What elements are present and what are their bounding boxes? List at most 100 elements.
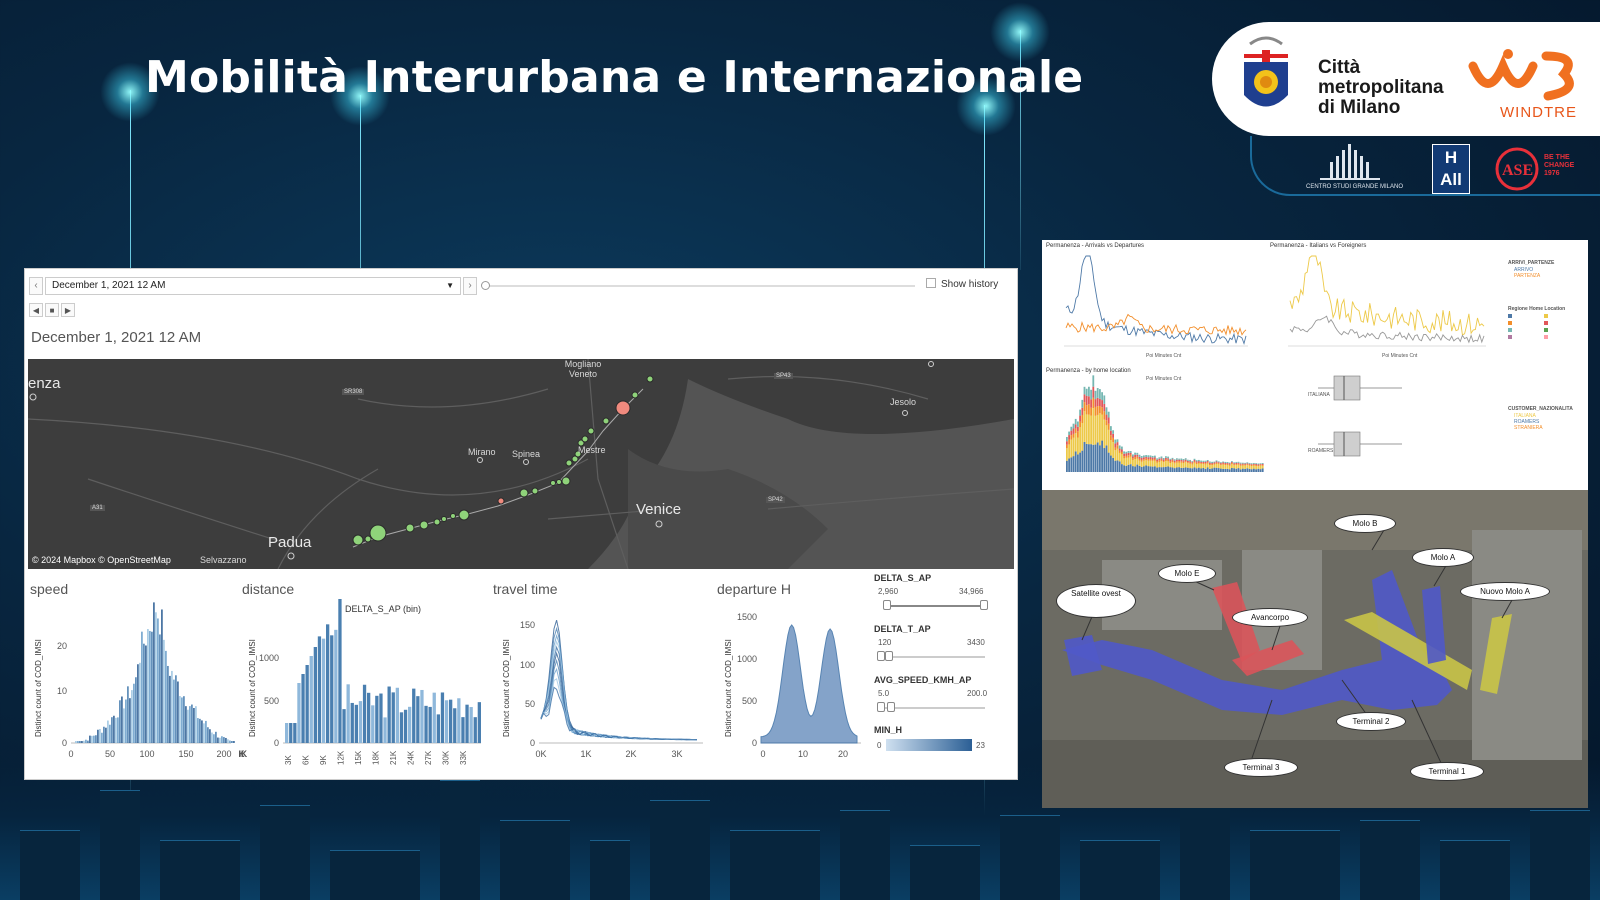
travel-time-lines[interactable]: 150 100 50 00K 1K 2K 3K Distinct count of COD_I… (493, 599, 711, 769)
speed-bar (207, 727, 209, 743)
home-location-bar (1259, 464, 1262, 465)
delta-s-min-handle[interactable] (883, 600, 891, 610)
y-tick-label: 0 (530, 738, 535, 748)
home-location-bar (1094, 415, 1097, 445)
home-location-bar (1085, 443, 1088, 472)
home-location-bar (1202, 461, 1205, 463)
home-location-bar (1116, 442, 1119, 446)
delta-t-min-handle[interactable] (877, 651, 885, 661)
distance-bar (297, 683, 301, 743)
avg-speed-slider[interactable] (885, 707, 985, 709)
date-slider[interactable] (481, 281, 915, 290)
stop-icon[interactable]: ■ (45, 303, 59, 317)
permanence-line (1289, 255, 1485, 336)
x-tick-label: 3K (671, 749, 682, 759)
show-history-toggle[interactable]: Show history (926, 278, 998, 290)
home-location-bar (1151, 460, 1154, 467)
checkbox-icon[interactable] (926, 278, 936, 288)
speed-bar (131, 690, 133, 743)
home-location-bar (1257, 466, 1260, 469)
home-location-bar (1077, 431, 1079, 438)
distance-histogram[interactable]: 1000 500 0 3K 6K 9K 12K 15K 18K 21K 24K 27K 30K 33K Di… (239, 599, 491, 769)
previous-date-button[interactable]: ‹ (29, 277, 43, 295)
delta-s-max-handle[interactable] (980, 600, 988, 610)
delta-s-min: 2,960 (878, 587, 899, 596)
home-location-bar (1187, 462, 1189, 464)
avg-speed-max: 200.0 (967, 689, 988, 698)
home-location-bar (1090, 399, 1092, 408)
home-location-bar (1222, 464, 1224, 469)
map-point (369, 524, 387, 542)
home-location-bar (1261, 463, 1264, 464)
home-location-bar (1121, 453, 1123, 465)
x-tick-label: 18K (372, 750, 381, 765)
home-location-bar (1110, 440, 1112, 456)
delta-t-slider[interactable] (885, 656, 985, 658)
home-location-bar (1224, 464, 1227, 466)
home-location-bar (1178, 461, 1180, 463)
home-location-bar (1206, 463, 1209, 468)
avg-speed-max-handle[interactable] (887, 702, 895, 712)
date-select[interactable]: December 1, 2021 12 AM ▼ (45, 277, 461, 295)
x-tick-label: 200 (216, 749, 231, 759)
slider-knob[interactable] (481, 281, 490, 290)
x-tick-label: 2K (625, 749, 636, 759)
home-location-bar (1202, 462, 1205, 465)
next-date-button[interactable]: › (463, 277, 477, 295)
home-location-bar (1158, 467, 1161, 472)
map-place-enza: enza (28, 375, 61, 392)
airport-satellite (1042, 490, 1588, 808)
home-location-bar (1184, 467, 1187, 472)
home-location-bar (1191, 463, 1194, 465)
distance-bar (420, 689, 424, 743)
home-location-bar (1193, 461, 1196, 463)
home-location-bar (1204, 468, 1207, 472)
cmm-line3: di Milano (1318, 97, 1401, 118)
molo-a-label: Molo A (1412, 548, 1474, 567)
molo-e-label: Molo E (1158, 564, 1216, 583)
home-location-bar (1226, 464, 1229, 469)
speed-bar (93, 735, 95, 743)
home-location-bar (1244, 462, 1246, 464)
distance-bar (354, 704, 358, 743)
home-location-bar (1184, 462, 1187, 468)
home-location-bar (1244, 468, 1246, 472)
home-location-bar (1182, 467, 1185, 472)
map-place-venice: Venice (636, 501, 682, 518)
avg-speed-min-handle[interactable] (877, 702, 885, 712)
trajectory-map[interactable]: enza Mogliano Veneto Mirano Spinea Mestr… (28, 359, 1014, 569)
home-location-bar (1184, 458, 1187, 460)
home-location-bar (1145, 458, 1147, 461)
speed-bar (119, 700, 121, 743)
x-tick-label: 150 (178, 749, 193, 759)
home-location-bar (1255, 464, 1257, 466)
x-tick-label: 12K (337, 750, 346, 765)
legend-arrivi-title: ARRIVI_PARTENZE (1508, 260, 1555, 266)
home-location-bar (1151, 455, 1154, 458)
step-back-icon[interactable]: ◀ (29, 303, 43, 317)
home-location-bar (1213, 463, 1216, 465)
distance-bar (350, 702, 354, 743)
speed-histogram[interactable]: 201000 50 100 150 200Distinct count of COD_I… (25, 599, 237, 769)
delta-s-slider[interactable] (885, 605, 985, 607)
y-axis-label: Distinct count of COD_IMSI (34, 639, 43, 737)
home-location-bar (1206, 467, 1209, 472)
home-location-bar (1140, 456, 1143, 458)
speed-bar (233, 741, 235, 743)
airport-map[interactable]: Molo B Molo A Molo E Satellite ovest Ava… (1042, 490, 1588, 808)
home-location-bar (1088, 386, 1090, 397)
distance-bar (449, 699, 453, 743)
home-location-bar (1160, 459, 1163, 461)
play-icon[interactable]: ▶ (61, 303, 75, 317)
satellite-ovest-label: Satellite ovest (1056, 584, 1136, 618)
home-location-bar (1107, 411, 1110, 418)
home-location-bar (1070, 435, 1073, 440)
delta-t-filter-label: DELTA_T_AP (874, 624, 931, 634)
departure-area-chart[interactable]: 1500 1000 500 00 10 20 Distinct count of COD_I… (715, 599, 867, 769)
home-location-bar (1123, 465, 1125, 472)
home-location-bar (1176, 459, 1178, 462)
speed-bar (213, 734, 215, 743)
home-location-bar (1125, 451, 1128, 454)
home-location-bar (1127, 464, 1130, 472)
delta-t-max-handle[interactable] (885, 651, 893, 661)
